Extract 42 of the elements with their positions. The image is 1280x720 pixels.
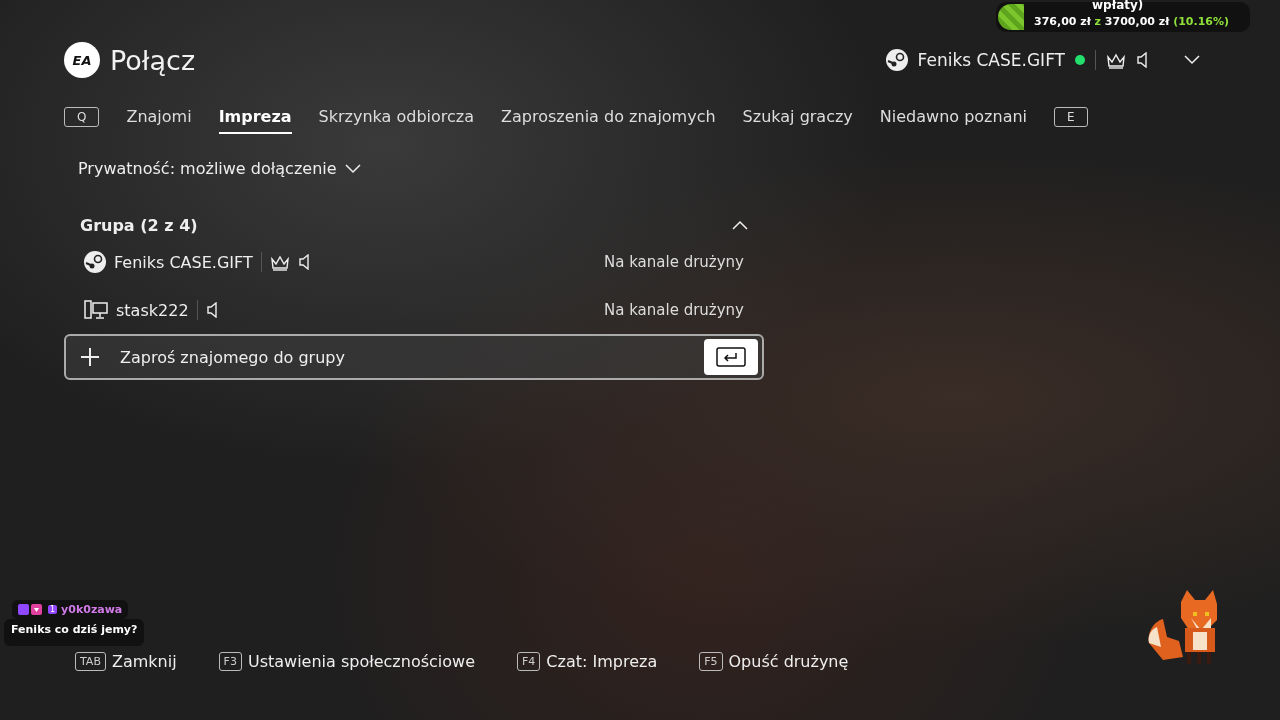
computer-icon	[84, 300, 108, 320]
chat-username: y0k0zawa	[61, 603, 123, 616]
chat-message: Feniks co dziś jemy?	[4, 619, 145, 646]
member-name: Feniks CASE.GIFT	[114, 252, 253, 272]
shortcut-button[interactable]: F4 Czat: Impreza	[517, 652, 658, 671]
tab[interactable]: Szukaj graczy	[742, 100, 853, 134]
user-name: Feniks CASE.GIFT	[917, 50, 1065, 70]
steam-icon	[84, 251, 106, 273]
group-title: Grupa (2 z 4)	[80, 215, 198, 235]
dropdown-chevron-icon	[1184, 55, 1200, 65]
speaker-icon	[1136, 52, 1150, 68]
subscriber-badge: 1	[48, 605, 58, 614]
enter-key-icon	[704, 339, 758, 375]
member-status: Na kanale drużyny	[604, 301, 744, 319]
collapse-button[interactable]	[732, 220, 748, 230]
chat-badge-icon	[18, 604, 44, 615]
app-title: Połącz	[110, 44, 196, 76]
tab[interactable]: Impreza	[218, 100, 292, 134]
crown-icon	[1106, 51, 1126, 69]
tab[interactable]: Zaproszenia do znajomych	[501, 100, 716, 134]
speaker-icon	[205, 302, 220, 318]
goal-progress-fill	[998, 4, 1024, 30]
member-status: Na kanale drużyny	[604, 253, 744, 271]
goal-title: wpłaty)	[1092, 0, 1144, 12]
steam-icon	[885, 49, 908, 71]
chevron-icon	[344, 163, 361, 174]
chevron-icon	[732, 220, 748, 230]
speaker-icon	[297, 254, 312, 270]
privacy-dropdown[interactable]: Prywatność: możliwe dołączenie	[78, 159, 361, 178]
shortcut-button[interactable]: F5 Opuść drużynę	[699, 652, 849, 671]
member-name: stask222	[116, 300, 189, 320]
tab[interactable]: Niedawno poznani	[879, 100, 1028, 134]
key-hint: Q	[64, 107, 100, 127]
shortcut-button[interactable]: TAB Zamknij	[75, 652, 177, 671]
key-hint: E	[1054, 107, 1088, 127]
shortcut-button[interactable]: F3 Ustawienia społecznościowe	[218, 652, 475, 671]
goal-amount: 376,00 zł z 3700,00 zł (10.16%)	[1034, 14, 1229, 28]
invite-button[interactable]: Zaproś znajomego do grupy	[64, 334, 764, 380]
logo: EA	[64, 42, 100, 78]
tab[interactable]: Skrzynka odbiorcza	[318, 100, 474, 134]
tab[interactable]: Znajomi	[126, 100, 192, 134]
plus-icon	[80, 347, 100, 367]
